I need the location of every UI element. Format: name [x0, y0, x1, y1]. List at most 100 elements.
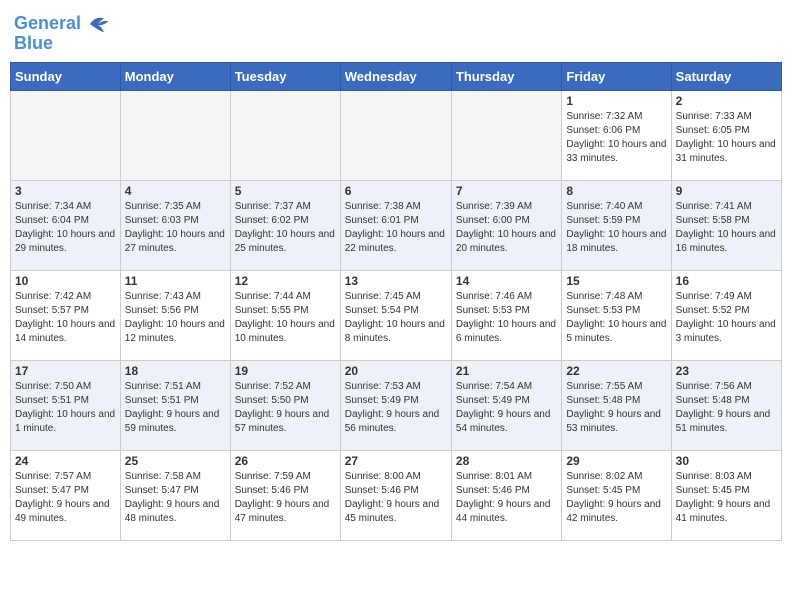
calendar-cell: 11 Sunrise: 7:43 AM Sunset: 5:56 PM Dayli… [120, 270, 230, 360]
day-number: 6 [345, 184, 447, 198]
calendar-table: SundayMondayTuesdayWednesdayThursdayFrid… [10, 62, 782, 541]
day-info: Sunrise: 7:56 AM Sunset: 5:48 PM Dayligh… [676, 380, 777, 436]
week-row-1: 1 Sunrise: 7:32 AM Sunset: 6:06 PM Daylig… [11, 90, 782, 180]
calendar-cell: 21 Sunrise: 7:54 AM Sunset: 5:49 PM Dayli… [451, 360, 561, 450]
calendar-cell: 13 Sunrise: 7:45 AM Sunset: 5:54 PM Dayli… [340, 270, 451, 360]
day-number: 14 [456, 274, 557, 288]
day-number: 22 [566, 364, 666, 378]
calendar-cell: 10 Sunrise: 7:42 AM Sunset: 5:57 PM Dayli… [11, 270, 121, 360]
day-info: Sunrise: 7:40 AM Sunset: 5:59 PM Dayligh… [566, 200, 666, 256]
logo-text: General [14, 14, 81, 34]
day-info: Sunrise: 7:59 AM Sunset: 5:46 PM Dayligh… [235, 470, 336, 526]
logo: General Blue [14, 10, 111, 54]
page-header: General Blue [10, 10, 782, 54]
day-info: Sunrise: 7:58 AM Sunset: 5:47 PM Dayligh… [125, 470, 226, 526]
day-number: 16 [676, 274, 777, 288]
day-number: 20 [345, 364, 447, 378]
calendar-cell: 25 Sunrise: 7:58 AM Sunset: 5:47 PM Dayli… [120, 450, 230, 540]
day-info: Sunrise: 7:43 AM Sunset: 5:56 PM Dayligh… [125, 290, 226, 346]
calendar-cell [451, 90, 561, 180]
calendar-cell: 5 Sunrise: 7:37 AM Sunset: 6:02 PM Daylig… [230, 180, 340, 270]
calendar-cell: 7 Sunrise: 7:39 AM Sunset: 6:00 PM Daylig… [451, 180, 561, 270]
weekday-header-tuesday: Tuesday [230, 62, 340, 90]
day-number: 18 [125, 364, 226, 378]
day-info: Sunrise: 7:54 AM Sunset: 5:49 PM Dayligh… [456, 380, 557, 436]
weekday-header-saturday: Saturday [671, 62, 781, 90]
day-number: 11 [125, 274, 226, 288]
week-row-2: 3Sunrise: 7:34 AM Sunset: 6:04 PM Daylig… [11, 180, 782, 270]
day-info: Sunrise: 7:55 AM Sunset: 5:48 PM Dayligh… [566, 380, 666, 436]
calendar-cell: 12 Sunrise: 7:44 AM Sunset: 5:55 PM Dayli… [230, 270, 340, 360]
day-info: Sunrise: 7:33 AM Sunset: 6:05 PM Dayligh… [676, 110, 777, 166]
calendar-cell: 3Sunrise: 7:34 AM Sunset: 6:04 PM Daylig… [11, 180, 121, 270]
day-info: Sunrise: 7:37 AM Sunset: 6:02 PM Dayligh… [235, 200, 336, 256]
calendar-cell: 8 Sunrise: 7:40 AM Sunset: 5:59 PM Daylig… [562, 180, 671, 270]
day-number: 4 [125, 184, 226, 198]
calendar-cell: 23 Sunrise: 7:56 AM Sunset: 5:48 PM Dayli… [671, 360, 781, 450]
day-number: 15 [566, 274, 666, 288]
day-info: Sunrise: 8:01 AM Sunset: 5:46 PM Dayligh… [456, 470, 557, 526]
calendar-cell [120, 90, 230, 180]
day-info: Sunrise: 8:02 AM Sunset: 5:45 PM Dayligh… [566, 470, 666, 526]
day-info: Sunrise: 7:44 AM Sunset: 5:55 PM Dayligh… [235, 290, 336, 346]
day-info: Sunrise: 7:50 AM Sunset: 5:51 PM Dayligh… [15, 380, 116, 436]
calendar-cell: 29 Sunrise: 8:02 AM Sunset: 5:45 PM Dayli… [562, 450, 671, 540]
calendar-cell: 24 Sunrise: 7:57 AM Sunset: 5:47 PM Dayli… [11, 450, 121, 540]
day-number: 21 [456, 364, 557, 378]
weekday-header-thursday: Thursday [451, 62, 561, 90]
calendar-cell: 2 Sunrise: 7:33 AM Sunset: 6:05 PM Daylig… [671, 90, 781, 180]
day-number: 24 [15, 454, 116, 468]
day-info: Sunrise: 7:48 AM Sunset: 5:53 PM Dayligh… [566, 290, 666, 346]
day-info: Sunrise: 7:52 AM Sunset: 5:50 PM Dayligh… [235, 380, 336, 436]
calendar-cell: 30Sunrise: 8:03 AM Sunset: 5:45 PM Dayli… [671, 450, 781, 540]
calendar-cell: 15 Sunrise: 7:48 AM Sunset: 5:53 PM Dayli… [562, 270, 671, 360]
day-info: Sunrise: 8:03 AM Sunset: 5:45 PM Dayligh… [676, 470, 777, 526]
weekday-header-wednesday: Wednesday [340, 62, 451, 90]
day-info: Sunrise: 7:51 AM Sunset: 5:51 PM Dayligh… [125, 380, 226, 436]
day-info: Sunrise: 7:49 AM Sunset: 5:52 PM Dayligh… [676, 290, 777, 346]
day-info: Sunrise: 7:32 AM Sunset: 6:06 PM Dayligh… [566, 110, 666, 166]
week-row-4: 17Sunrise: 7:50 AM Sunset: 5:51 PM Dayli… [11, 360, 782, 450]
day-info: Sunrise: 7:42 AM Sunset: 5:57 PM Dayligh… [15, 290, 116, 346]
calendar-cell: 14 Sunrise: 7:46 AM Sunset: 5:53 PM Dayli… [451, 270, 561, 360]
weekday-header-monday: Monday [120, 62, 230, 90]
calendar-cell: 4 Sunrise: 7:35 AM Sunset: 6:03 PM Daylig… [120, 180, 230, 270]
day-info: Sunrise: 7:35 AM Sunset: 6:03 PM Dayligh… [125, 200, 226, 256]
calendar-cell: 17Sunrise: 7:50 AM Sunset: 5:51 PM Dayli… [11, 360, 121, 450]
day-info: Sunrise: 7:39 AM Sunset: 6:00 PM Dayligh… [456, 200, 557, 256]
calendar-cell [230, 90, 340, 180]
calendar-cell: 16 Sunrise: 7:49 AM Sunset: 5:52 PM Dayli… [671, 270, 781, 360]
day-number: 23 [676, 364, 777, 378]
week-row-5: 24 Sunrise: 7:57 AM Sunset: 5:47 PM Dayli… [11, 450, 782, 540]
day-info: Sunrise: 7:41 AM Sunset: 5:58 PM Dayligh… [676, 200, 777, 256]
day-number: 25 [125, 454, 226, 468]
day-number: 8 [566, 184, 666, 198]
day-number: 5 [235, 184, 336, 198]
calendar-cell: 18 Sunrise: 7:51 AM Sunset: 5:51 PM Dayli… [120, 360, 230, 450]
calendar-cell: 22 Sunrise: 7:55 AM Sunset: 5:48 PM Dayli… [562, 360, 671, 450]
day-info: Sunrise: 7:46 AM Sunset: 5:53 PM Dayligh… [456, 290, 557, 346]
day-number: 29 [566, 454, 666, 468]
day-info: Sunrise: 7:45 AM Sunset: 5:54 PM Dayligh… [345, 290, 447, 346]
day-info: Sunrise: 7:57 AM Sunset: 5:47 PM Dayligh… [15, 470, 116, 526]
calendar-cell: 9 Sunrise: 7:41 AM Sunset: 5:58 PM Daylig… [671, 180, 781, 270]
calendar-cell [340, 90, 451, 180]
calendar-cell [11, 90, 121, 180]
week-row-3: 10 Sunrise: 7:42 AM Sunset: 5:57 PM Dayli… [11, 270, 782, 360]
day-info: Sunrise: 7:38 AM Sunset: 6:01 PM Dayligh… [345, 200, 447, 256]
day-number: 13 [345, 274, 447, 288]
day-number: 19 [235, 364, 336, 378]
day-number: 27 [345, 454, 447, 468]
day-number: 3 [15, 184, 116, 198]
weekday-header-friday: Friday [562, 62, 671, 90]
day-number: 10 [15, 274, 116, 288]
day-number: 2 [676, 94, 777, 108]
day-number: 12 [235, 274, 336, 288]
day-number: 1 [566, 94, 666, 108]
weekday-header-sunday: Sunday [11, 62, 121, 90]
weekday-header-row: SundayMondayTuesdayWednesdayThursdayFrid… [11, 62, 782, 90]
logo-bird-icon [83, 10, 111, 38]
calendar-cell: 28Sunrise: 8:01 AM Sunset: 5:46 PM Dayli… [451, 450, 561, 540]
day-number: 9 [676, 184, 777, 198]
day-number: 7 [456, 184, 557, 198]
